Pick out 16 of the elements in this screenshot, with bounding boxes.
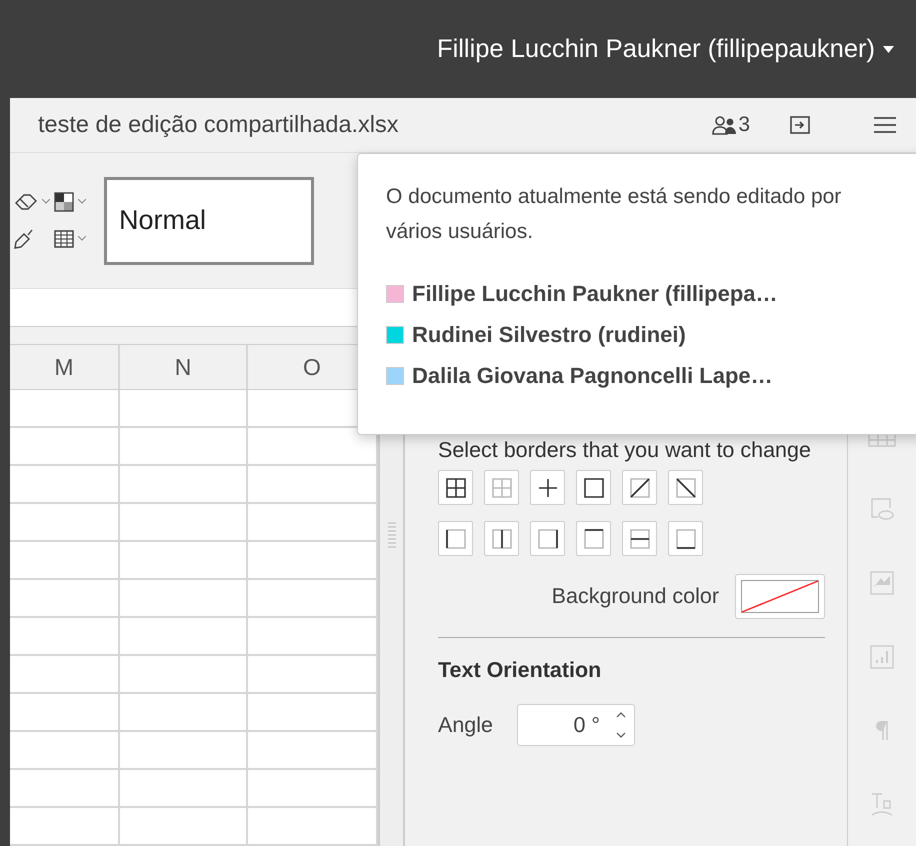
angle-field[interactable]: 0 ° — [517, 704, 635, 746]
user-name: Rudinei Silvestro (rudinei) — [412, 321, 686, 350]
user-name: Dalila Giovana Pagnoncelli Lape… — [412, 362, 773, 390]
users-button[interactable]: 3 — [712, 109, 750, 141]
background-color-label: Background color — [552, 583, 719, 610]
popover-message: O documento atualmente está sendo editado por vários usuários. — [386, 184, 842, 245]
borders-hint: Select borders that you want to change — [438, 438, 812, 462]
column-header[interactable]: M — [54, 350, 74, 384]
angle-label: Angle — [438, 712, 493, 740]
document-title: teste de edição compartilhada.xlsx — [38, 110, 400, 140]
column-header[interactable]: N — [174, 350, 192, 384]
cell-style-box[interactable]: Normal — [104, 176, 314, 265]
user-name[interactable]: Fillipe Lucchin Paukner (fillipepaukner) — [437, 30, 875, 68]
user-name: Fillipe Lucchin Paukner (fillipepa… — [412, 280, 778, 308]
column-header[interactable]: O — [303, 350, 321, 384]
section-title: Text Orientation — [438, 657, 602, 684]
